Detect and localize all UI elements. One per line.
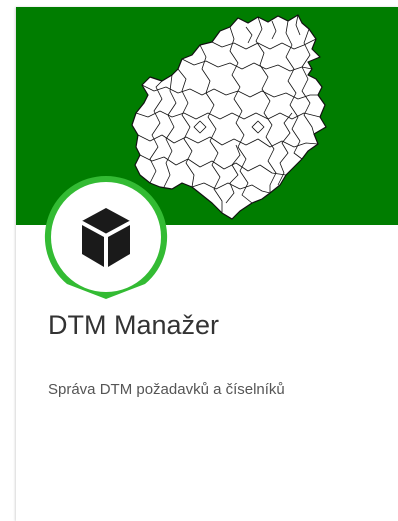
pin-marker <box>44 175 168 299</box>
card-description: Správa DTM požadavků a číselníků <box>48 381 285 398</box>
page: DTM Manažer Správa DTM požadavků a čísel… <box>0 0 398 521</box>
app-icon-badge <box>42 173 170 303</box>
card-title: DTM Manažer <box>48 310 220 340</box>
app-card-dtm-manazer[interactable]: DTM Manažer Správa DTM požadavků a čísel… <box>16 7 398 521</box>
